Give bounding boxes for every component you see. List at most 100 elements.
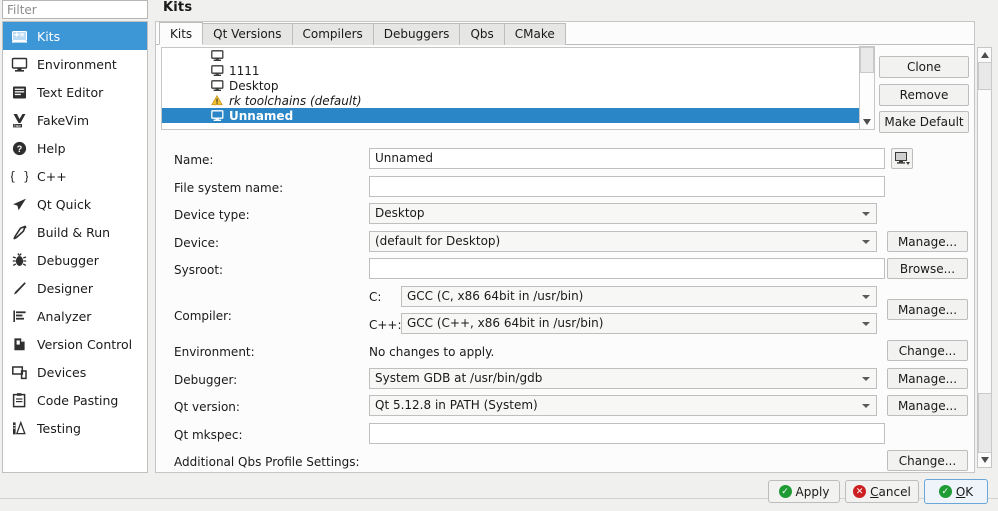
help-question-icon: ? (10, 139, 29, 158)
kits-icon (10, 27, 29, 46)
x-circle-icon: ✕ (853, 485, 867, 498)
ok-accel: O (955, 484, 966, 499)
debugger-combo[interactable]: System GDB at /usr/bin/gdb (369, 368, 877, 389)
kit-list-item-label: 1111 (229, 63, 260, 78)
sysroot-browse-button[interactable]: Browse... (887, 258, 968, 279)
paper-plane-icon (10, 195, 29, 214)
compiler-cpp-value: GCC (C++, x86 64bit in /usr/bin) (407, 316, 604, 330)
tab-cmake[interactable]: CMake (503, 23, 566, 45)
sidebar-item-analyzer[interactable]: Analyzer (3, 302, 147, 330)
kit-list-item-label: Desktop (229, 78, 279, 93)
sidebar-item-qt-quick[interactable]: Qt Quick (3, 190, 147, 218)
sidebar-item-code-pasting[interactable]: Code Pasting (3, 386, 147, 414)
device-manage-button[interactable]: Manage... (887, 231, 968, 252)
file-system-name-input[interactable] (369, 176, 885, 197)
sidebar-item-fakevim[interactable]: Fake FakeVim (3, 106, 147, 134)
panel-scroll-down-arrow[interactable] (978, 453, 992, 467)
sidebar-item-version-control[interactable]: Version Control (3, 330, 147, 358)
sidebar-item-debugger[interactable]: Debugger (3, 246, 147, 274)
compiler-c-combo[interactable]: GCC (C, x86 64bit in /usr/bin) (401, 286, 877, 307)
ok-button[interactable]: ✓ OK (924, 479, 988, 504)
filter-input[interactable] (3, 1, 147, 18)
sidebar: Kits Environment Text Editor Fake FakeVim ? He… (2, 21, 148, 473)
panel-scrollbar-thumb[interactable] (978, 62, 992, 90)
name-label: Name: (174, 153, 214, 167)
chevron-down-icon (862, 294, 870, 299)
qt-mkspec-input[interactable] (369, 423, 885, 444)
svg-text:?: ? (17, 144, 23, 154)
cancel-button[interactable]: ✕ Cancel (845, 480, 919, 503)
page-title: Kits (163, 0, 193, 15)
clipboard-icon (10, 391, 29, 410)
compiler-manage-button[interactable]: Manage... (887, 299, 968, 320)
panel-scrollbar[interactable] (977, 47, 992, 468)
monitor-icon (210, 79, 224, 92)
device-type-value: Desktop (375, 206, 425, 220)
tab-kits[interactable]: Kits (159, 22, 204, 45)
panel-scrollbar-thumb-lower[interactable] (978, 393, 992, 453)
filter-box[interactable] (2, 0, 148, 19)
analyzer-chart-icon (10, 307, 29, 326)
name-icon-button[interactable] (891, 148, 913, 169)
sidebar-item-label: Text Editor (37, 84, 104, 100)
sidebar-item-label: Devices (37, 364, 87, 380)
remove-button[interactable]: Remove (879, 84, 969, 106)
braces-icon: { } (10, 167, 29, 186)
sidebar-item-devices[interactable]: Devices (3, 358, 147, 386)
sidebar-item-environment[interactable]: Environment (3, 50, 147, 78)
kit-list-item[interactable]: Unnamed (162, 108, 872, 123)
ok-label: OK (956, 485, 973, 499)
monitor-dropdown-icon (894, 152, 910, 165)
sidebar-item-help[interactable]: ? Help (3, 134, 147, 162)
device-type-combo[interactable]: Desktop (369, 203, 877, 224)
sidebar-item-testing[interactable]: Testing (3, 414, 147, 442)
device-combo[interactable]: (default for Desktop) (369, 231, 877, 252)
sidebar-item-label: Analyzer (37, 308, 92, 324)
tab-qbs[interactable]: Qbs (459, 23, 505, 45)
chevron-down-icon (862, 211, 870, 216)
apply-button[interactable]: ✓ Apply (768, 480, 840, 503)
kit-list-scrollbar[interactable] (859, 46, 875, 130)
cancel-label: Cancel (870, 485, 911, 499)
sidebar-item-kits[interactable]: Kits (3, 22, 147, 50)
debugger-manage-button[interactable]: Manage... (887, 368, 968, 389)
additional-qbs-change-button[interactable]: Change... (887, 450, 968, 471)
environment-value: No changes to apply. (369, 345, 495, 359)
tab-debuggers[interactable]: Debuggers (372, 23, 461, 45)
debugger-value: System GDB at /usr/bin/gdb (375, 371, 543, 385)
sidebar-item-text-editor[interactable]: Text Editor (3, 78, 147, 106)
tab-qt-versions[interactable]: Qt Versions (202, 23, 293, 45)
sidebar-item-label: FakeVim (37, 112, 90, 128)
name-input[interactable]: Unnamed (369, 148, 885, 169)
kit-list[interactable]: 1111 Desktop rk toolchains (default) Unname… (161, 47, 873, 130)
qt-version-manage-button[interactable]: Manage... (887, 395, 968, 416)
sysroot-input[interactable] (369, 258, 885, 279)
sidebar-item-c[interactable]: { } C++ (3, 162, 147, 190)
bug-icon (10, 251, 29, 270)
sidebar-item-label: Qt Quick (37, 196, 92, 212)
kit-list-item[interactable]: 1111 (162, 63, 872, 78)
version-control-icon (10, 335, 29, 354)
kit-list-item[interactable] (162, 48, 872, 63)
chevron-down-icon (862, 321, 870, 326)
svg-text:Fake: Fake (14, 123, 22, 127)
make-default-button[interactable]: Make Default (879, 111, 969, 133)
kit-list-item-label: Unnamed (229, 108, 294, 123)
device-value: (default for Desktop) (375, 234, 501, 248)
kit-list-scroll-down-arrow[interactable] (860, 115, 874, 129)
warning-icon (210, 94, 224, 107)
qt-version-label: Qt version: (174, 400, 240, 414)
environment-change-button[interactable]: Change... (887, 340, 968, 361)
sidebar-item-designer[interactable]: Designer (3, 274, 147, 302)
panel-scroll-up-arrow[interactable] (978, 48, 992, 62)
kit-list-scrollbar-thumb[interactable] (860, 47, 874, 73)
chevron-down-icon (862, 376, 870, 381)
qt-version-combo[interactable]: Qt 5.12.8 in PATH (System) (369, 395, 877, 416)
compiler-cpp-combo[interactable]: GCC (C++, x86 64bit in /usr/bin) (401, 313, 877, 334)
kit-list-item[interactable]: Desktop (162, 78, 872, 93)
kit-list-item[interactable]: rk toolchains (default) (162, 93, 872, 108)
sidebar-item-label: Version Control (37, 336, 133, 352)
tab-compilers[interactable]: Compilers (291, 23, 374, 45)
clone-button[interactable]: Clone (879, 56, 969, 78)
sidebar-item-build-run[interactable]: Build & Run (3, 218, 147, 246)
